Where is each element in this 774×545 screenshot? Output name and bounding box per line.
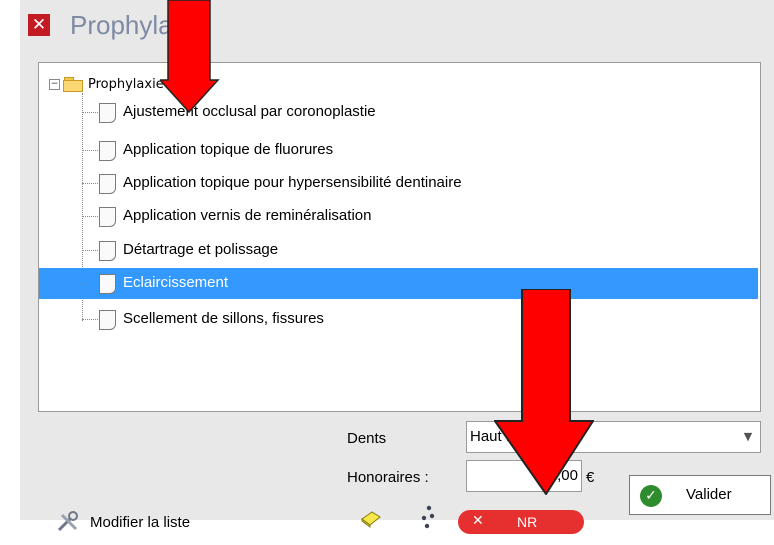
scatter-icon[interactable] (415, 505, 439, 531)
document-icon (99, 274, 116, 294)
tree-item-label: Application vernis de reminéralisation (123, 207, 372, 224)
nr-label: NR (517, 514, 538, 530)
tree-item-label: Application topique pour hypersensibilit… (123, 174, 462, 191)
honoraires-label: Honoraires : (347, 469, 429, 486)
document-icon (99, 174, 116, 194)
tree-item-selected[interactable]: Eclaircissement (39, 268, 758, 299)
collapse-icon[interactable]: − (49, 78, 60, 90)
document-icon (99, 207, 116, 227)
modifier-liste-label: Modifier la liste (90, 513, 191, 531)
tree-item[interactable]: Application topique de fluorures (39, 135, 758, 166)
tree-item[interactable]: Ajustement occlusal par coronoplastie (39, 97, 758, 128)
tree-item[interactable]: Détartrage et polissage (39, 235, 758, 266)
document-icon (99, 241, 116, 261)
tree-item-label: Application topique de fluorures (123, 141, 334, 158)
document-icon (99, 310, 116, 330)
nr-badge[interactable]: ✕ NR (458, 510, 584, 534)
tree-root-node[interactable]: − Prophylaxie (49, 73, 164, 95)
tools-icon (57, 511, 78, 532)
tree-item[interactable]: Application topique pour hypersensibilit… (39, 168, 758, 199)
close-icon[interactable]: ✕ (28, 14, 50, 36)
chevron-down-icon[interactable]: ▼ (736, 422, 760, 452)
nr-close-icon: ✕ (472, 513, 484, 529)
dents-label: Dents (347, 430, 387, 447)
tree-item-label: Scellement de sillons, fissures (123, 310, 324, 327)
tree-item[interactable]: Scellement de sillons, fissures (39, 304, 758, 335)
valider-button[interactable]: ✓ Valider (629, 475, 771, 515)
annotation-arrow-down (494, 289, 594, 495)
valider-label: Valider (686, 486, 732, 503)
check-icon: ✓ (640, 485, 662, 507)
tree-item[interactable]: Application vernis de reminéralisation (39, 201, 758, 232)
tree-item-label: Détartrage et polissage (123, 241, 279, 258)
tree-item-label: Eclaircissement (123, 274, 229, 291)
tree-root-label: Prophylaxie (88, 76, 164, 92)
folder-icon (63, 77, 83, 92)
document-icon (99, 141, 116, 161)
modifier-liste-button[interactable]: Modifier la liste (56, 510, 190, 534)
annotation-arrow-down (160, 0, 220, 114)
document-icon (99, 103, 116, 123)
acts-tree[interactable]: − Prophylaxie Ajustement occlusal par co… (38, 62, 761, 412)
book-icon[interactable] (360, 510, 382, 528)
